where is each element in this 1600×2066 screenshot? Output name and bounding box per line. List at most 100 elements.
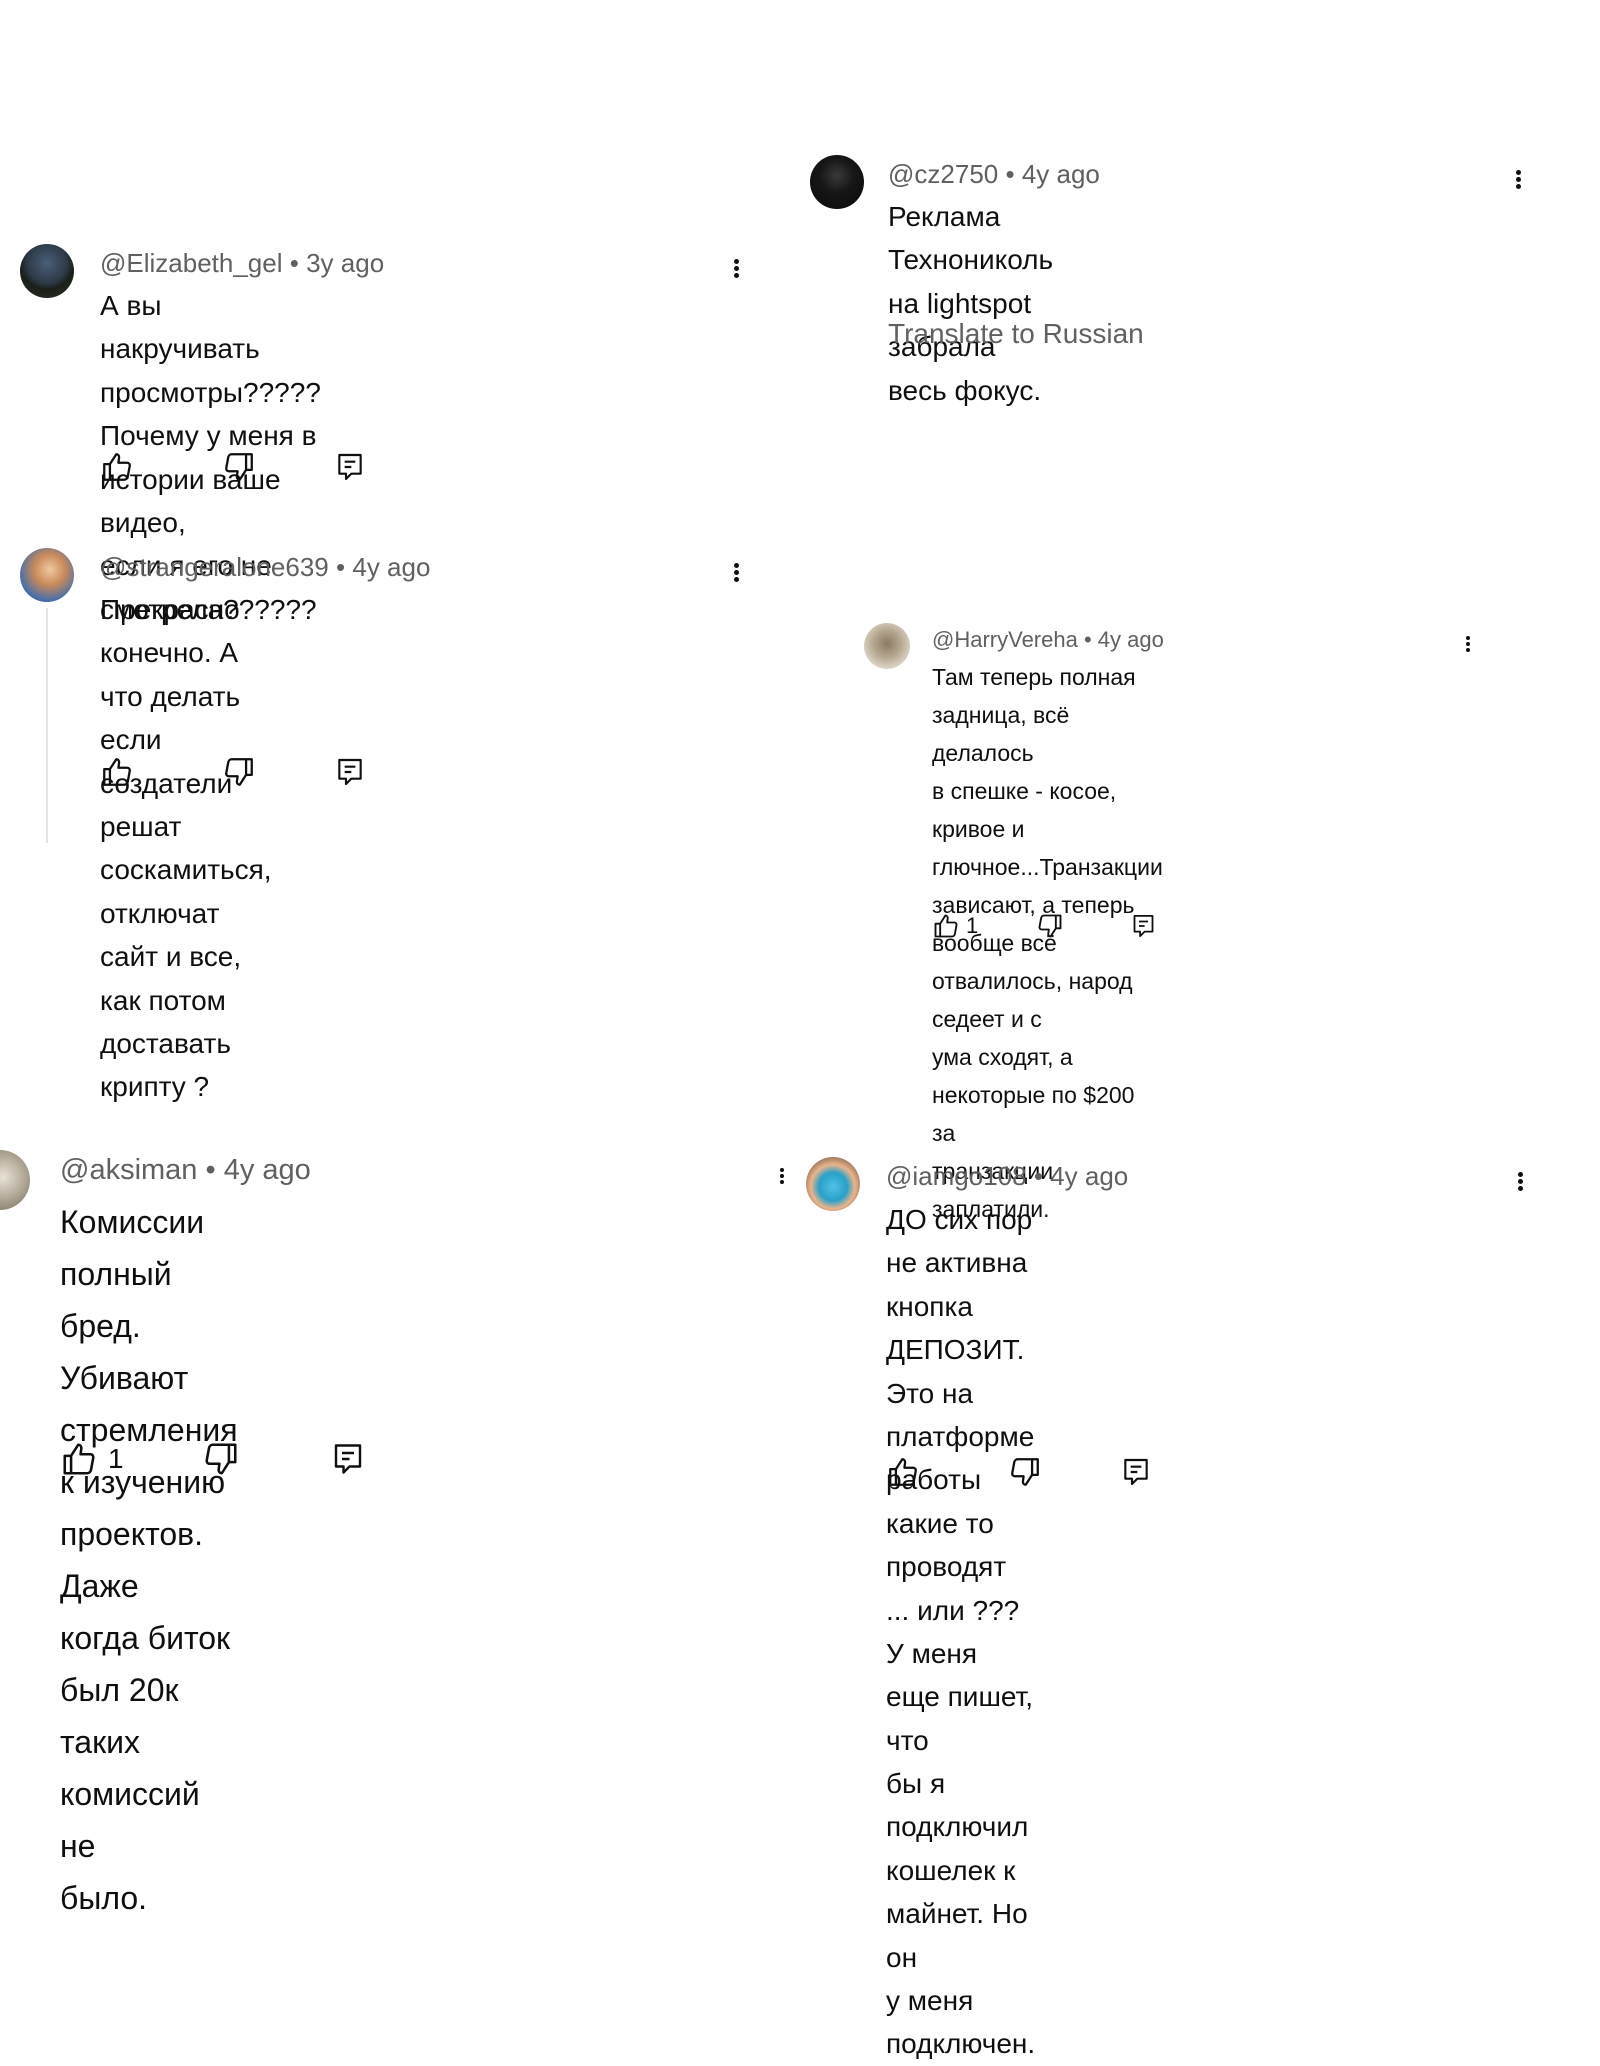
dislike-button[interactable] xyxy=(202,1440,330,1478)
comment-text-line: Комиссии полный бред. Убивают xyxy=(60,1204,205,1396)
avatar[interactable] xyxy=(20,548,74,602)
like-button[interactable] xyxy=(100,450,222,484)
dislike-button[interactable] xyxy=(1008,1455,1120,1489)
like-count: 1 xyxy=(966,913,979,938)
comment-text: Комиссии полный бред. Убивают стремления… xyxy=(60,1196,238,1924)
meta-separator: • xyxy=(1033,1161,1043,1191)
thumbs-up-icon xyxy=(886,1455,920,1489)
author-handle[interactable]: @strangeralone639 xyxy=(100,552,329,582)
reply-button[interactable] xyxy=(334,450,366,484)
reply-icon xyxy=(334,450,366,484)
comment-time[interactable]: 4y ago xyxy=(1098,627,1164,652)
avatar[interactable] xyxy=(806,1157,860,1211)
thumbs-down-icon xyxy=(202,1440,240,1478)
meta-separator: • xyxy=(336,552,346,582)
comment-meta: @Elizabeth_gel • 3y ago xyxy=(100,248,384,279)
comment-text: Прекрасно конечно. А что делать если соз… xyxy=(100,588,272,1109)
comment-text-line: проводят ... или ??? У меня еще пишет, ч… xyxy=(886,1551,1034,1756)
more-actions-button[interactable] xyxy=(1514,168,1522,191)
reply-icon xyxy=(330,1440,366,1478)
comment-text-line: бы я подключил кошелек к майнет. Но он xyxy=(886,1768,1029,1973)
comment-actions xyxy=(886,1455,1152,1489)
author-handle[interactable]: @cz2750 xyxy=(888,159,998,189)
thread-line xyxy=(46,608,48,843)
more-vert-icon xyxy=(733,561,739,584)
more-vert-icon xyxy=(1466,634,1470,654)
reply-button[interactable] xyxy=(1130,912,1157,940)
comment-text-line: было. xyxy=(60,1880,148,1916)
thumbs-up-icon xyxy=(100,755,134,789)
comment-text-line: стремления к изучению проектов. Даже xyxy=(60,1412,238,1604)
comment-meta: @cz2750 • 4y ago xyxy=(888,159,1100,190)
comment-text-line: сайт и все, как потом доставать крипту ? xyxy=(100,941,242,1103)
comment-text-line: весь фокус. xyxy=(888,374,1042,406)
translate-link[interactable]: Translate to Russian xyxy=(888,318,1144,350)
comment-text: Реклама Технониколь на lightspot забрала… xyxy=(888,195,1053,412)
more-actions-button[interactable] xyxy=(1464,634,1472,654)
comment-time[interactable]: 4y ago xyxy=(1050,1161,1128,1191)
avatar[interactable] xyxy=(0,1150,30,1210)
reply-icon xyxy=(1120,1455,1152,1489)
more-actions-button[interactable] xyxy=(778,1166,786,1186)
reply-icon xyxy=(1130,912,1157,940)
more-actions-button[interactable] xyxy=(732,561,740,584)
comment-text-line: Прекрасно конечно. А что делать если xyxy=(100,594,241,756)
comment-time[interactable]: 4y ago xyxy=(224,1154,311,1186)
reply-button[interactable] xyxy=(330,1440,366,1478)
like-button[interactable] xyxy=(100,755,222,789)
more-actions-button[interactable] xyxy=(1516,1170,1524,1193)
thumbs-down-icon xyxy=(222,755,256,789)
avatar[interactable] xyxy=(20,244,74,298)
avatar[interactable] xyxy=(810,155,864,209)
reply-button[interactable] xyxy=(1120,1455,1152,1489)
meta-separator: • xyxy=(1083,627,1092,652)
comment-actions: 1 xyxy=(60,1440,366,1478)
comment-text-line: ДО сих пор не активна кнопка ДЕПОЗИТ. xyxy=(886,1204,1033,1366)
comment-text-line: А вы накручивать просмотры????? xyxy=(100,290,321,408)
meta-separator: • xyxy=(289,248,299,278)
comment-text-line: у меня подключен. xyxy=(886,1985,1036,2060)
dislike-button[interactable] xyxy=(222,755,334,789)
avatar[interactable] xyxy=(864,623,910,669)
more-vert-icon xyxy=(1515,168,1521,191)
comment-text: ДО сих пор не активна кнопка ДЕПОЗИТ. Эт… xyxy=(886,1198,1035,2066)
like-count: 1 xyxy=(108,1443,124,1474)
comment-time[interactable]: 3y ago xyxy=(306,248,384,278)
comment-text: Там теперь полная задница, всё делалось … xyxy=(932,658,1163,1228)
author-handle[interactable]: @HarryVereha xyxy=(932,627,1078,652)
comment-text-line: ума сходят, а некоторые по $200 за xyxy=(932,1044,1135,1146)
comment-meta: @strangeralone639 • 4y ago xyxy=(100,552,430,583)
thumbs-down-icon xyxy=(1008,1455,1042,1489)
dislike-button[interactable] xyxy=(1036,912,1130,940)
comment-meta: @aksiman • 4y ago xyxy=(60,1154,311,1187)
reply-button[interactable] xyxy=(334,755,366,789)
author-handle[interactable]: @Elizabeth_gel xyxy=(100,248,283,278)
comment-text-line: когда биток был 20к таких комиссий не xyxy=(60,1620,231,1864)
more-vert-icon xyxy=(1517,1170,1523,1193)
dislike-button[interactable] xyxy=(222,450,334,484)
comment-text-line: Там теперь полная задница, всё делалось xyxy=(932,664,1136,766)
more-actions-button[interactable] xyxy=(732,257,740,280)
comment-actions xyxy=(100,755,366,789)
comment-meta: @iamgo108 • 4y ago xyxy=(886,1161,1128,1192)
comment-time[interactable]: 4y ago xyxy=(352,552,430,582)
comment-text-line: в спешке - косое, кривое и xyxy=(932,778,1117,842)
comment-meta: @HarryVereha • 4y ago xyxy=(932,627,1164,653)
author-handle[interactable]: @aksiman xyxy=(60,1154,197,1186)
thumbs-up-icon xyxy=(932,912,960,940)
reply-icon xyxy=(334,755,366,789)
like-button[interactable]: 1 xyxy=(60,1440,202,1478)
thumbs-up-icon xyxy=(60,1440,98,1478)
thumbs-down-icon xyxy=(1036,912,1064,940)
comment-actions xyxy=(100,450,366,484)
thumbs-down-icon xyxy=(222,450,256,484)
more-vert-icon xyxy=(733,257,739,280)
meta-separator: • xyxy=(205,1154,216,1186)
comment-text-line: вообще всё отвалилось, народ седеет и с xyxy=(932,930,1133,1032)
author-handle[interactable]: @iamgo108 xyxy=(886,1161,1027,1191)
more-vert-icon xyxy=(780,1166,784,1186)
comment-time[interactable]: 4y ago xyxy=(1022,159,1100,189)
comment-actions: 1 xyxy=(932,912,1157,940)
like-button[interactable]: 1 xyxy=(932,912,1036,940)
like-button[interactable] xyxy=(886,1455,1008,1489)
